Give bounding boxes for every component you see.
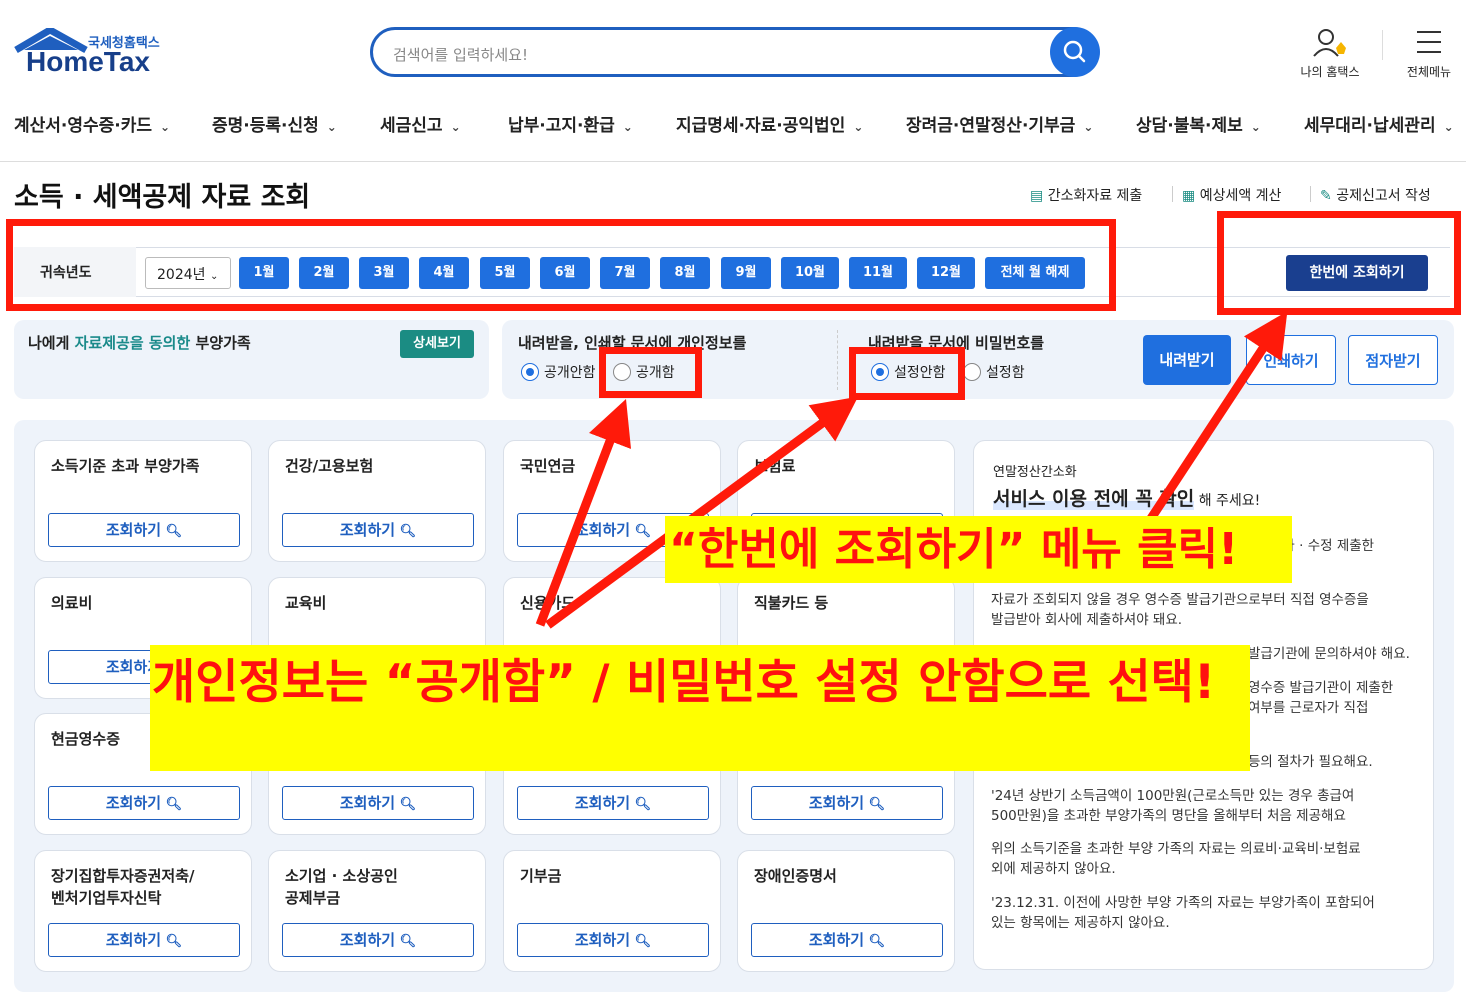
callout-privacy-password: 개인정보는 “공개함” / 비밀번호 설정 안함으로 선택! bbox=[150, 645, 1250, 771]
arrow-to-privacy bbox=[535, 398, 632, 627]
arrow-to-query-all bbox=[1146, 311, 1288, 523]
annotation-arrows bbox=[535, 311, 1288, 629]
callout-query-all: “한번에 조회하기” 메뉴 클릭! bbox=[665, 516, 1292, 583]
